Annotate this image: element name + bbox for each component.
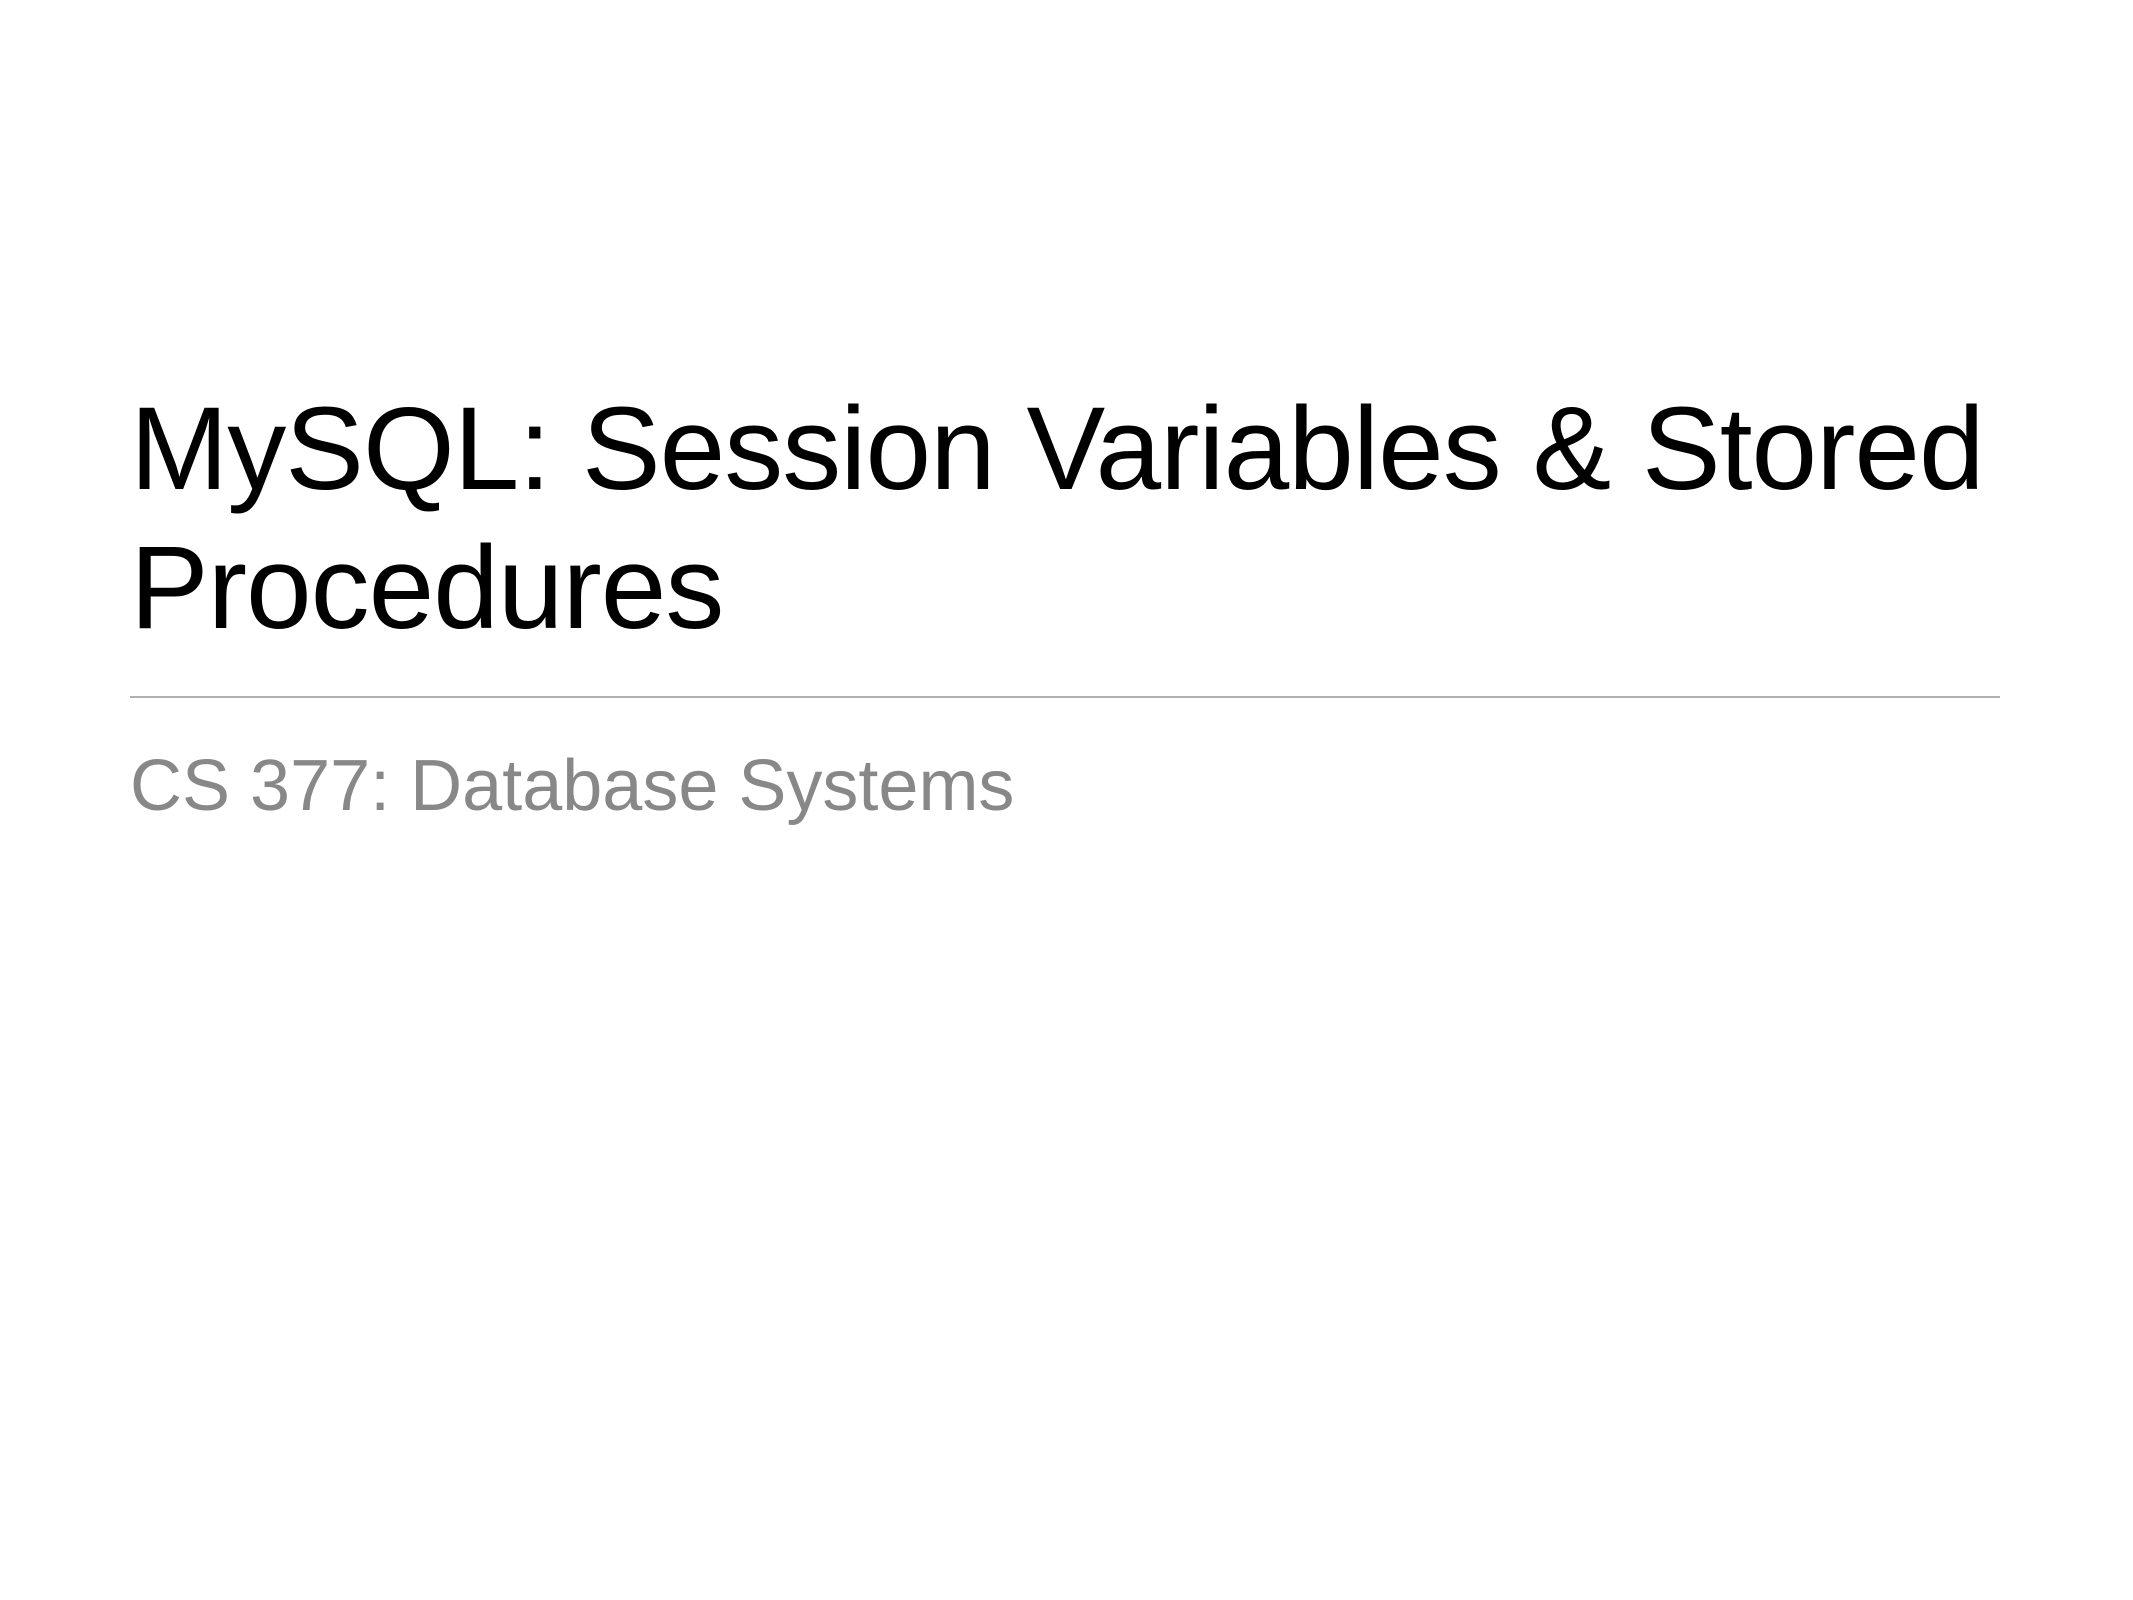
title-divider bbox=[130, 696, 2000, 698]
slide-container: MySQL: Session Variables & Stored Proced… bbox=[0, 0, 2133, 1600]
slide-title: MySQL: Session Variables & Stored Proced… bbox=[130, 380, 2003, 658]
slide-subtitle: CS 377: Database Systems bbox=[130, 743, 2003, 829]
